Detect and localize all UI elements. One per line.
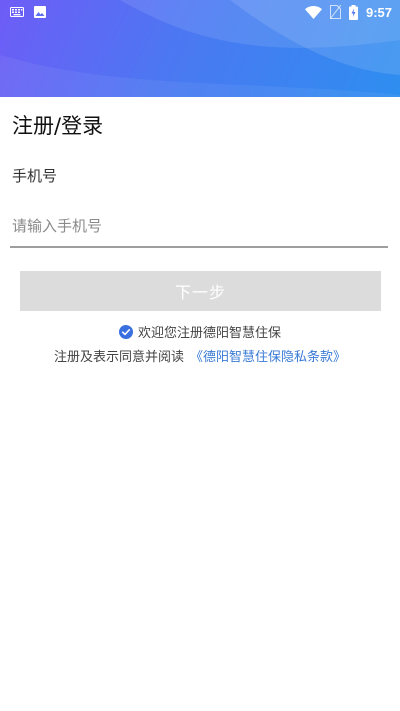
battery-charging-icon	[348, 4, 358, 20]
phone-input[interactable]	[10, 206, 388, 248]
agree-row: 欢迎您注册德阳智慧住保	[0, 322, 400, 341]
status-bar: 9:57	[0, 0, 400, 24]
phone-label: 手机号	[12, 167, 58, 185]
next-button[interactable]: 下一步	[20, 271, 381, 311]
no-sim-icon	[329, 5, 341, 19]
agree-prefix-text: 注册及表示同意并阅读	[53, 350, 184, 365]
keyboard-icon	[10, 7, 24, 17]
page-title: 注册/登录	[12, 114, 104, 138]
privacy-terms-link[interactable]: 《德阳智慧住保隐私条款》	[190, 350, 346, 365]
image-icon	[34, 6, 46, 18]
welcome-text: 欢迎您注册德阳智慧住保	[137, 326, 281, 341]
status-time: 9:57	[365, 4, 392, 20]
terms-row: 注册及表示同意并阅读 《德阳智慧住保隐私条款》	[0, 346, 400, 365]
header-banner: 9:57	[0, 0, 400, 97]
wifi-icon	[304, 5, 322, 19]
check-circle-icon[interactable]	[118, 324, 133, 339]
